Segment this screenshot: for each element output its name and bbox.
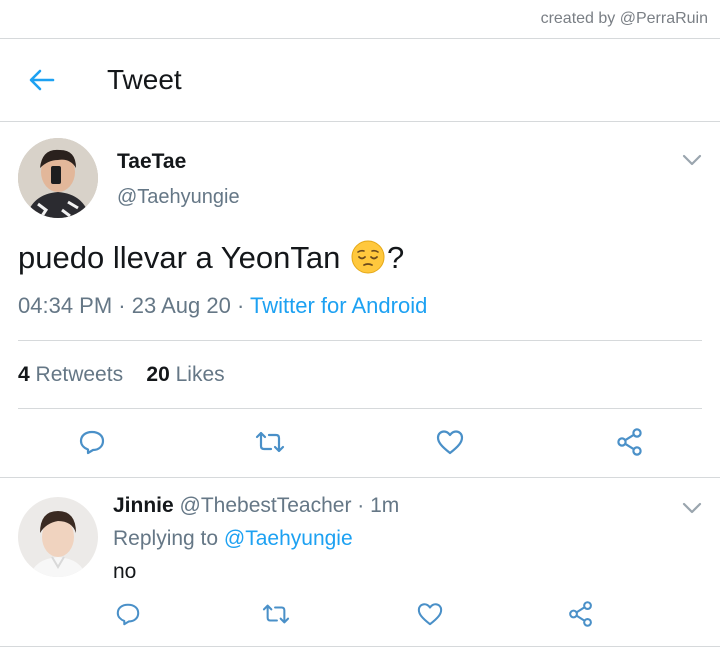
retweets-count: 4: [18, 363, 30, 386]
divider: [18, 408, 702, 409]
avatar-photo: [18, 138, 98, 218]
share-icon: [569, 601, 592, 627]
retweets-label: Retweets: [35, 363, 124, 386]
heart-icon: [417, 603, 443, 626]
chevron-down-icon: [682, 154, 702, 166]
reply-time: 1m: [370, 494, 400, 517]
tweet-text: puedo llevar a YeonTan ?: [18, 240, 404, 276]
likes-count: 20: [146, 363, 170, 386]
avatar[interactable]: [18, 138, 98, 218]
tweet-options-button[interactable]: [680, 152, 704, 168]
reply-author-handle[interactable]: @ThebestTeacher: [180, 494, 352, 517]
author-name[interactable]: TaeTae: [117, 150, 186, 174]
replying-to: Replying to @Taehyungie: [113, 527, 353, 551]
meta-separator: ·: [118, 293, 126, 318]
author-handle[interactable]: @Taehyungie: [117, 186, 240, 209]
header-bar: Tweet: [0, 40, 720, 122]
retweet-icon: [255, 431, 285, 453]
reply-button[interactable]: [110, 596, 146, 632]
tweet-text-main: puedo llevar a YeonTan: [18, 240, 341, 275]
watermark-credit: created by @PerraRuin: [540, 10, 708, 27]
like-button[interactable]: [430, 422, 470, 462]
heart-icon: [436, 430, 464, 455]
reply-icon: [79, 430, 105, 455]
reply-button[interactable]: [72, 422, 112, 462]
likes-stat[interactable]: 20 Likes: [146, 363, 224, 386]
top-divider: [0, 38, 720, 39]
retweet-button[interactable]: [258, 596, 294, 632]
divider: [0, 477, 720, 478]
share-icon: [617, 428, 642, 456]
replying-handle-link[interactable]: @Taehyungie: [224, 527, 353, 550]
like-button[interactable]: [412, 596, 448, 632]
retweet-icon: [262, 604, 290, 624]
tweet-source-link[interactable]: Twitter for Android: [250, 293, 427, 318]
avatar-photo: [18, 497, 98, 577]
likes-label: Likes: [175, 363, 225, 386]
replying-label: Replying to: [113, 527, 219, 550]
divider: [18, 340, 702, 341]
share-button[interactable]: [610, 422, 650, 462]
back-button[interactable]: [26, 64, 58, 96]
reply-actions: [0, 596, 720, 636]
reply-icon: [116, 603, 140, 626]
reply-text: no: [113, 560, 137, 583]
avatar[interactable]: [18, 497, 98, 577]
page-title: Tweet: [107, 64, 182, 95]
retweets-stat[interactable]: 4 Retweets: [18, 363, 123, 386]
reply-author-name[interactable]: Jinnie: [113, 494, 174, 517]
tweet-actions: [0, 422, 720, 462]
pensive-face-icon: [351, 240, 385, 274]
meta-separator: ·: [236, 293, 245, 318]
tweet-stats: 4 Retweets 20 Likes: [18, 363, 225, 387]
tweet-time: 04:34 PM: [18, 293, 113, 318]
arrow-left-icon: [29, 69, 55, 91]
tweet-date: 23 Aug 20: [131, 293, 231, 318]
divider: [0, 646, 720, 647]
tweet-meta: 04:34 PM · 23 Aug 20 · Twitter for Andro…: [18, 293, 427, 319]
share-button[interactable]: [563, 596, 599, 632]
meta-separator: ·: [351, 494, 371, 517]
reply-options-button[interactable]: [680, 500, 704, 516]
chevron-down-icon: [682, 502, 702, 514]
tweet-text-end: ?: [386, 240, 405, 275]
reply-header: Jinnie @ThebestTeacher · 1m: [113, 494, 399, 518]
retweet-button[interactable]: [250, 422, 290, 462]
